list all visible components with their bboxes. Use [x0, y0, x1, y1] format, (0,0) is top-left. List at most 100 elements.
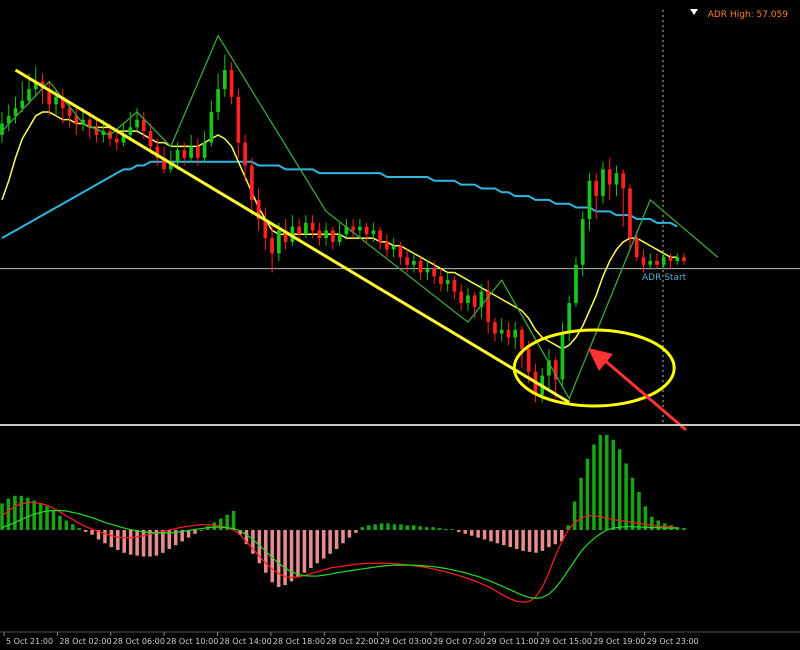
candle-body: [405, 257, 410, 265]
candle-body: [513, 329, 518, 338]
time-axis-label: 28 Oct 14:00: [220, 637, 272, 646]
candle-body: [614, 173, 619, 185]
macd-histogram-bar: [521, 530, 525, 551]
candle-body: [634, 238, 639, 258]
candle-body: [526, 348, 531, 372]
candle-body: [580, 219, 585, 265]
candle-body: [607, 169, 612, 185]
macd-histogram-bar: [450, 529, 455, 531]
macd-histogram-bar: [469, 530, 474, 536]
trading-chart: 5 Oct 21:00 28 Oct 02:00 28 Oct 06:00 28 Oc…: [0, 0, 800, 650]
macd-histogram-bar: [592, 444, 596, 530]
macd-histogram-bar: [579, 477, 583, 530]
candle-body: [432, 268, 437, 277]
macd-histogram-bar: [412, 525, 416, 530]
candle-body: [493, 322, 497, 334]
macd-histogram-bar: [38, 503, 43, 530]
candle-body: [297, 226, 301, 235]
candle-body: [425, 268, 430, 273]
candle-body: [189, 146, 193, 158]
candle-body: [398, 245, 403, 258]
macd-histogram-bar: [514, 530, 519, 549]
macd-histogram-bar: [611, 439, 615, 530]
candle-body: [648, 261, 653, 265]
time-axis-label: 28 Oct 22:00: [326, 637, 378, 646]
candle-body: [114, 138, 119, 143]
candle-body: [472, 295, 477, 307]
candle-body: [655, 261, 659, 265]
macd-histogram-bar: [585, 458, 590, 530]
macd-histogram-bar: [392, 524, 397, 530]
candle-body: [358, 226, 362, 231]
candle-body: [668, 257, 673, 262]
adr-high-label: ADR High: 57.059: [708, 10, 789, 20]
candle-body: [675, 257, 680, 262]
chart-background: [0, 0, 800, 650]
candle-body: [641, 257, 646, 265]
macd-histogram-bar: [218, 518, 223, 530]
time-axis-label: 5 Oct 21:00: [6, 637, 53, 646]
macd-histogram-bar: [0, 503, 4, 530]
macd-histogram-bar: [598, 435, 603, 530]
macd-histogram-bar: [58, 515, 62, 530]
macd-histogram-bar: [116, 530, 120, 550]
macd-histogram-bar: [103, 530, 107, 544]
candle-body: [249, 165, 254, 200]
macd-histogram-bar: [502, 530, 506, 546]
candle-body: [364, 226, 369, 235]
macd-histogram-bar: [553, 530, 558, 545]
macd-histogram-bar: [534, 530, 538, 553]
macd-histogram-bar: [366, 525, 371, 530]
adr-start-label: ADR Start: [642, 273, 687, 283]
candle-body: [54, 96, 58, 105]
time-axis-label: 29 Oct 19:00: [593, 637, 645, 646]
candle-body: [216, 89, 220, 113]
candle-body: [628, 188, 632, 239]
candle-body: [270, 238, 274, 254]
candle-body: [67, 108, 72, 116]
time-axis-label: 28 Oct 02:00: [59, 637, 111, 646]
candle-body: [621, 173, 626, 189]
macd-histogram-bar: [328, 530, 332, 554]
macd-histogram-bar: [379, 523, 384, 530]
macd-histogram-bar: [476, 530, 480, 538]
candle-body: [459, 291, 464, 304]
candle-body: [324, 230, 328, 239]
macd-histogram-bar: [341, 530, 345, 544]
candle-body: [128, 127, 133, 135]
candle-body: [445, 280, 450, 284]
candle-body: [418, 261, 423, 273]
candle-body: [209, 112, 214, 143]
macd-histogram-bar: [547, 530, 551, 548]
macd-histogram-bar: [489, 530, 493, 542]
macd-histogram-bar: [193, 530, 197, 534]
candle-body: [276, 230, 281, 254]
macd-histogram-bar: [540, 530, 545, 551]
candle-body: [682, 257, 686, 262]
macd-histogram-bar: [424, 527, 429, 530]
candle-body: [601, 169, 605, 197]
time-axis-label: 28 Oct 06:00: [113, 637, 165, 646]
candle-body: [195, 146, 200, 158]
candle-body: [317, 230, 322, 239]
macd-histogram-bar: [90, 530, 94, 535]
candle-body: [506, 329, 511, 338]
candle-body: [135, 119, 139, 128]
candle-body: [351, 226, 355, 231]
macd-histogram-bar: [71, 524, 75, 530]
macd-histogram-bar: [296, 530, 300, 578]
macd-histogram-bar: [572, 501, 577, 530]
macd-histogram-bar: [135, 530, 139, 556]
macd-histogram-bar: [128, 530, 133, 555]
candle-body: [452, 280, 457, 292]
macd-histogram-bar: [302, 530, 307, 573]
candle-body: [560, 333, 565, 380]
candle-body: [391, 245, 396, 250]
macd-histogram-bar: [13, 495, 17, 530]
macd-histogram-bar: [457, 530, 461, 532]
macd-histogram-bar: [309, 530, 313, 568]
candle-body: [229, 70, 234, 97]
macd-histogram-bar: [617, 449, 622, 530]
macd-histogram-bar: [315, 530, 320, 564]
candle-body: [331, 230, 335, 242]
